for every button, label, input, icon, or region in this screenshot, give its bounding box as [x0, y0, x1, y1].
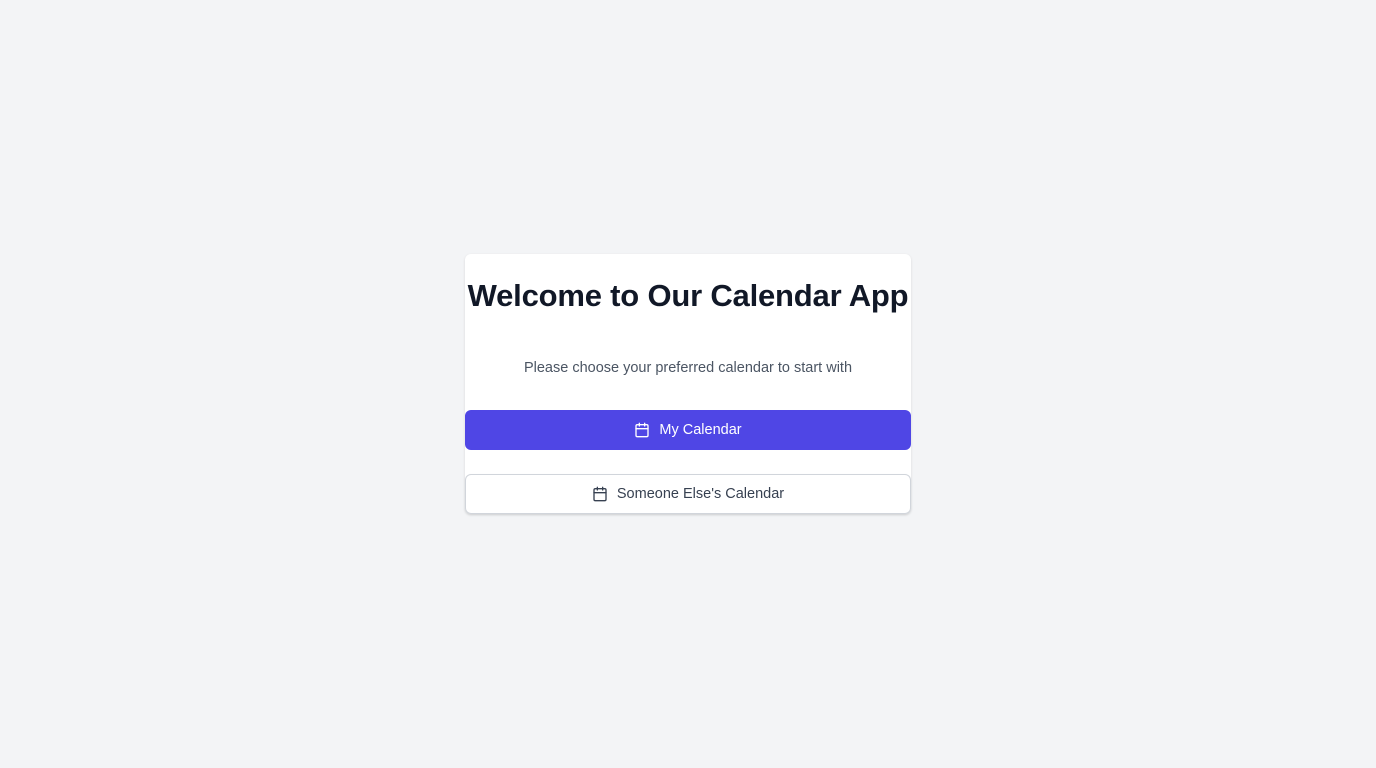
- calendar-icon: [634, 422, 650, 438]
- welcome-card: Welcome to Our Calendar App Please choos…: [465, 254, 911, 514]
- page-subtitle: Please choose your preferred calendar to…: [523, 360, 853, 376]
- someone-else-calendar-label: Someone Else's Calendar: [616, 486, 785, 502]
- my-calendar-button[interactable]: My Calendar: [465, 410, 911, 450]
- page-title: Welcome to Our Calendar App: [467, 278, 909, 313]
- someone-else-calendar-button[interactable]: Someone Else's Calendar: [465, 474, 911, 514]
- calendar-icon: [592, 486, 608, 502]
- my-calendar-label: My Calendar: [659, 422, 742, 438]
